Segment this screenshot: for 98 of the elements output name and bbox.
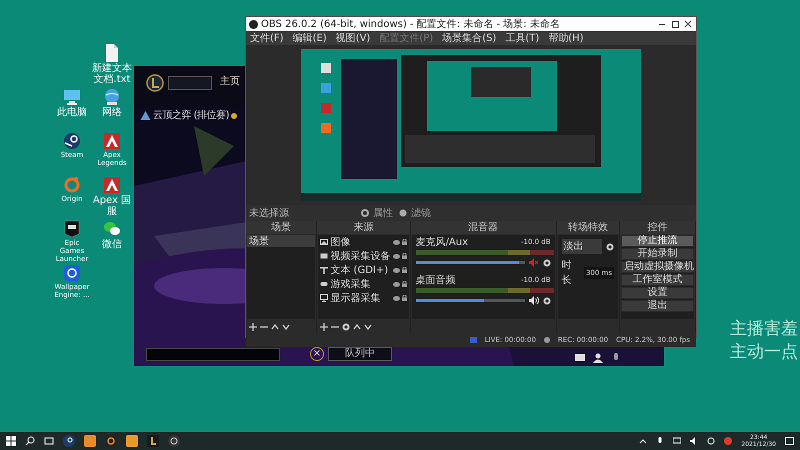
eye-icon[interactable] (392, 254, 400, 258)
l-icon[interactable] (147, 435, 159, 447)
close-icon[interactable] (683, 20, 693, 28)
dock-title: 控件 (620, 221, 695, 234)
up-icon[interactable] (271, 322, 279, 330)
window-title: OBS 26.0.2 (64-bit, windows) - 配置文件: 未命名 - 场景: 未命名 (261, 18, 560, 32)
source-item[interactable]: 图像 (330, 235, 391, 250)
scene-item[interactable]: 场景 (247, 235, 316, 247)
logo-icon (146, 74, 164, 92)
channel-name: 桌面音频 (416, 274, 456, 288)
menu-item[interactable]: 工具(T) (505, 30, 540, 46)
source-item[interactable]: 视频采集设备 (330, 248, 391, 264)
source-item[interactable]: 文本 (GDI+) (330, 262, 391, 278)
apex-icon (103, 132, 121, 150)
friends-icon (592, 352, 604, 364)
source-status: 未选择源 (249, 206, 289, 220)
steam-icon[interactable] (63, 435, 75, 447)
icon-label[interactable]: Apex 国服 (92, 195, 132, 217)
queue-status: 队列中 (328, 347, 392, 361)
control-button[interactable]: 启动虚拟摄像机 (621, 261, 694, 273)
duration-label: 时长 (562, 258, 573, 288)
speaker-icon[interactable] (528, 296, 539, 305)
icon-label[interactable]: 此电脑 (57, 107, 87, 118)
control-button[interactable]: 退出 (621, 300, 694, 312)
search-field[interactable] (168, 76, 212, 90)
mic-icon[interactable] (656, 437, 664, 445)
eye-icon[interactable] (392, 296, 400, 300)
lock-icon[interactable] (402, 267, 407, 273)
lock-icon[interactable] (402, 253, 407, 259)
volume-slider[interactable] (416, 261, 525, 264)
dock-title: 来源 (317, 221, 410, 234)
control-button[interactable]: 工作室模式 (621, 274, 694, 286)
volume-slider[interactable] (416, 299, 525, 302)
toolbar-button[interactable]: 属性 (361, 206, 393, 220)
control-button[interactable]: 开始录制 (621, 248, 694, 260)
app-icon[interactable] (724, 437, 732, 445)
menu-item[interactable]: 视图(V) (336, 30, 370, 46)
computer-icon (63, 88, 81, 106)
up-icon[interactable] (353, 322, 362, 330)
lock-icon[interactable] (402, 281, 407, 287)
live-icon (470, 337, 477, 343)
gear-icon[interactable] (606, 242, 614, 250)
source-item[interactable]: 游戏采集 (330, 276, 391, 292)
gear-icon[interactable] (542, 258, 551, 266)
windows-icon[interactable] (6, 436, 16, 446)
source-item[interactable]: 显示器采集 (330, 290, 391, 306)
lock-icon[interactable] (402, 295, 407, 301)
display-icon (320, 294, 328, 302)
toolbar-button[interactable]: 滤镜 (399, 206, 431, 220)
chat-field[interactable] (146, 348, 280, 361)
muted-speaker-icon[interactable] (528, 258, 539, 267)
gear-icon (361, 209, 369, 217)
rec-icon (544, 337, 550, 343)
lock-icon[interactable] (402, 239, 407, 245)
apex-icon (103, 176, 121, 194)
menu-item[interactable]: 编辑(E) (292, 30, 327, 46)
eye-icon[interactable] (392, 268, 400, 272)
dock-title: 场景 (246, 221, 316, 234)
icon-label[interactable]: 新建文本文档.txt (92, 63, 132, 85)
mode-title: 云顶之弈 (排位赛) (153, 110, 229, 121)
globe-icon (103, 88, 121, 106)
search-icon[interactable] (25, 436, 35, 446)
notification-icon[interactable] (785, 436, 794, 446)
file-icon (103, 44, 121, 62)
image-icon (320, 238, 328, 246)
maximize-icon[interactable] (670, 20, 680, 28)
steam-icon (63, 132, 81, 150)
add-icon[interactable] (320, 322, 328, 330)
overlay-text: 主播害羞 (730, 318, 798, 341)
gear-icon[interactable] (542, 296, 551, 304)
wechat-icon (103, 220, 121, 238)
game-icon (320, 280, 328, 288)
task-view-icon[interactable] (44, 436, 54, 446)
origin-icon (63, 176, 81, 194)
menu-item[interactable]: 帮助(H) (548, 30, 584, 46)
dock-title: 转场特效 (556, 221, 619, 234)
gear-icon[interactable] (342, 322, 350, 330)
transition-select[interactable]: 淡出 (562, 239, 602, 254)
dock-title: 混音器 (410, 221, 556, 234)
control-button[interactable]: 设置 (621, 287, 694, 299)
eye-icon[interactable] (392, 240, 400, 244)
nav-title[interactable]: 主页 (220, 76, 240, 88)
video-icon (320, 252, 328, 260)
channel-name: 麦克风/Aux (416, 236, 468, 250)
wallpaper-icon (63, 264, 81, 282)
down-icon[interactable] (364, 322, 372, 330)
text-icon (320, 266, 328, 274)
icon-label[interactable]: 微信 (102, 239, 122, 250)
down-icon[interactable] (282, 322, 290, 330)
menu-item[interactable]: 文件(F) (250, 30, 284, 46)
menu-item[interactable]: 场景集合(S) (442, 30, 496, 46)
overlay-text: 主动一点 (730, 341, 798, 364)
eye-icon[interactable] (392, 282, 400, 286)
epic-icon (63, 220, 81, 238)
add-icon[interactable] (249, 322, 257, 330)
mode-icon (140, 110, 151, 121)
chevron-icon[interactable] (639, 437, 648, 445)
icon-label[interactable]: 网络 (102, 107, 122, 118)
